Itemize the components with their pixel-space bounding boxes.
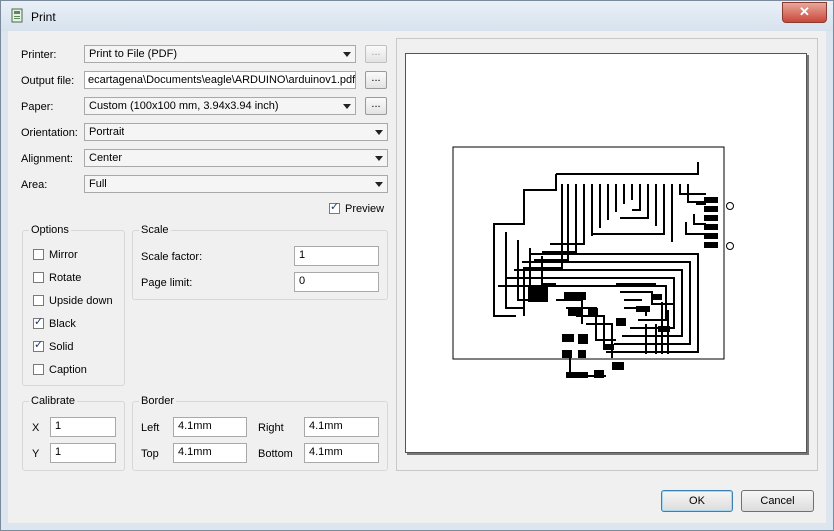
border-left-value: 4.1mm [178, 420, 212, 432]
rotate-checkbox[interactable] [33, 272, 44, 283]
alignment-select[interactable]: Center [84, 149, 388, 167]
output-file-label: Output file: [21, 75, 75, 87]
options-group-title: Options [29, 224, 71, 236]
area-value: Full [89, 178, 107, 190]
chevron-down-icon [375, 156, 383, 161]
alignment-value: Center [89, 152, 123, 164]
area-select[interactable]: Full [84, 175, 388, 193]
page-limit-value: 0 [299, 275, 306, 287]
border-right-value: 4.1mm [309, 420, 343, 432]
printer-label: Printer: [21, 49, 57, 61]
mirror-label: Mirror [49, 249, 78, 261]
checkmark-icon: ✓ [330, 201, 340, 213]
caption-checkbox[interactable] [33, 364, 44, 375]
border-top-label: Top [141, 448, 159, 460]
page-limit-input[interactable]: 0 [294, 272, 379, 292]
border-group-title: Border [139, 395, 177, 407]
print-dialog: Print ✕ Printer: Print to File (PDF) ...… [0, 0, 834, 531]
upside-down-label: Upside down [49, 295, 113, 307]
upside-down-checkbox[interactable] [33, 295, 44, 306]
calibrate-x-label: X [32, 422, 40, 434]
border-top-value: 4.1mm [178, 446, 212, 458]
border-bottom-input[interactable]: 4.1mm [304, 443, 379, 463]
border-bottom-label: Bottom [258, 448, 293, 460]
black-label: Black [49, 318, 76, 330]
pcb-preview-image [452, 146, 734, 378]
output-file-field[interactable]: ecartagena\Documents\eagle\ARDUINO\ardui… [84, 71, 356, 89]
scale-group-title: Scale [139, 224, 171, 236]
window-title: Print [31, 10, 56, 24]
alignment-label: Alignment: [21, 153, 73, 165]
chevron-down-icon [343, 104, 351, 109]
orientation-value: Portrait [89, 126, 125, 138]
ok-button[interactable]: OK [661, 490, 733, 512]
border-bottom-value: 4.1mm [309, 446, 343, 458]
calibrate-y-input[interactable]: 1 [50, 443, 116, 463]
calibrate-x-value: 1 [55, 420, 62, 432]
output-file-browse-button[interactable]: ... [365, 71, 387, 89]
scale-factor-value: 1 [299, 249, 306, 261]
cancel-button[interactable]: Cancel [741, 490, 814, 512]
paper-custom-button[interactable]: ... [365, 97, 387, 115]
border-left-label: Left [141, 422, 160, 434]
border-top-input[interactable]: 4.1mm [173, 443, 247, 463]
solid-label: Solid [49, 341, 74, 353]
title-bar[interactable]: Print ✕ [1, 1, 833, 31]
black-checkbox[interactable]: ✓ [33, 316, 44, 329]
paper-label: Paper: [21, 101, 54, 113]
chevron-down-icon [343, 52, 351, 57]
preview-label: Preview [345, 203, 385, 215]
orientation-select[interactable]: Portrait [84, 123, 388, 141]
scale-factor-label: Scale factor: [141, 251, 203, 263]
close-icon: ✕ [799, 4, 810, 19]
calibrate-x-input[interactable]: 1 [50, 417, 116, 437]
calibrate-y-value: 1 [55, 446, 62, 458]
paper-select[interactable]: Custom (100x100 mm, 3.94x3.94 inch) [84, 97, 356, 115]
page-limit-label: Page limit: [141, 277, 193, 289]
caption-label: Caption [49, 364, 87, 376]
rotate-label: Rotate [49, 272, 82, 284]
preview-page [405, 53, 807, 453]
printer-settings-button[interactable]: ... [365, 45, 387, 63]
dialog-body: Printer: Print to File (PDF) ... Output … [8, 31, 826, 523]
area-label: Area: [21, 179, 48, 191]
checkmark-icon: ✓ [34, 339, 44, 351]
output-file-value: ecartagena\Documents\eagle\ARDUINO\ardui… [88, 74, 356, 86]
chevron-down-icon [375, 182, 383, 187]
close-button[interactable]: ✕ [782, 2, 827, 23]
calibrate-y-label: Y [32, 448, 40, 460]
printer-app-icon [11, 8, 23, 23]
scale-factor-input[interactable]: 1 [294, 246, 379, 266]
printer-value: Print to File (PDF) [89, 48, 178, 60]
paper-value: Custom (100x100 mm, 3.94x3.94 inch) [89, 100, 279, 112]
solid-checkbox[interactable]: ✓ [33, 339, 44, 352]
calibrate-group-title: Calibrate [29, 395, 78, 407]
printer-select[interactable]: Print to File (PDF) [84, 45, 356, 63]
chevron-down-icon [375, 130, 383, 135]
mirror-checkbox[interactable] [33, 249, 44, 260]
orientation-label: Orientation: [21, 127, 78, 139]
border-left-input[interactable]: 4.1mm [173, 417, 247, 437]
checkmark-icon: ✓ [34, 316, 44, 328]
preview-checkbox[interactable]: ✓ [329, 201, 340, 214]
border-right-label: Right [258, 422, 284, 434]
border-right-input[interactable]: 4.1mm [304, 417, 379, 437]
